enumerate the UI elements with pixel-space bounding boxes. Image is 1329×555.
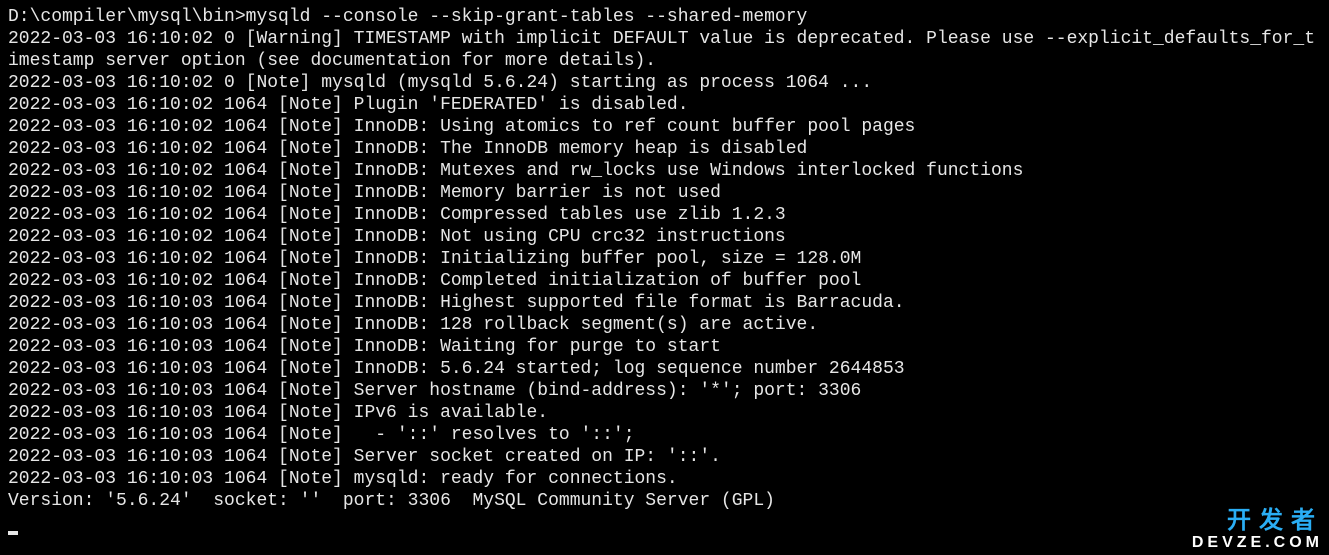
log-line: Version: '5.6.24' socket: '' port: 3306 … xyxy=(8,491,775,511)
terminal-cursor xyxy=(8,531,18,535)
log-line: 2022-03-03 16:10:02 1064 [Note] InnoDB: … xyxy=(8,205,786,225)
log-line: 2022-03-03 16:10:03 1064 [Note] IPv6 is … xyxy=(8,403,548,423)
log-line: 2022-03-03 16:10:03 1064 [Note] InnoDB: … xyxy=(8,315,818,335)
log-line: 2022-03-03 16:10:03 1064 [Note] Server s… xyxy=(8,447,721,467)
log-line: 2022-03-03 16:10:03 1064 [Note] Server h… xyxy=(8,381,861,401)
log-line: 2022-03-03 16:10:02 1064 [Note] Plugin '… xyxy=(8,95,689,115)
log-line: 2022-03-03 16:10:02 1064 [Note] InnoDB: … xyxy=(8,117,915,137)
log-line: 2022-03-03 16:10:03 1064 [Note] - '::' r… xyxy=(8,425,635,445)
watermark-top: 开发者 xyxy=(1192,509,1323,533)
command-prompt: D:\compiler\mysql\bin> xyxy=(8,7,246,27)
terminal-output[interactable]: D:\compiler\mysql\bin>mysqld --console -… xyxy=(8,6,1321,535)
log-line: 2022-03-03 16:10:02 1064 [Note] InnoDB: … xyxy=(8,139,807,159)
log-line: 2022-03-03 16:10:02 1064 [Note] InnoDB: … xyxy=(8,249,861,269)
log-line: 2022-03-03 16:10:03 1064 [Note] InnoDB: … xyxy=(8,359,905,379)
log-line: 2022-03-03 16:10:02 0 [Note] mysqld (mys… xyxy=(8,73,872,93)
command-text: mysqld --console --skip-grant-tables --s… xyxy=(246,7,808,27)
log-line: 2022-03-03 16:10:03 1064 [Note] InnoDB: … xyxy=(8,293,905,313)
page-watermark: 开发者 DEVZE.COM xyxy=(1192,509,1323,551)
watermark-bottom: DEVZE.COM xyxy=(1192,535,1323,551)
log-line: 2022-03-03 16:10:02 1064 [Note] InnoDB: … xyxy=(8,161,1023,181)
log-line: 2022-03-03 16:10:02 1064 [Note] InnoDB: … xyxy=(8,183,721,203)
log-line: 2022-03-03 16:10:03 1064 [Note] InnoDB: … xyxy=(8,337,721,357)
log-line: 2022-03-03 16:10:03 1064 [Note] mysqld: … xyxy=(8,469,678,489)
log-line: 2022-03-03 16:10:02 1064 [Note] InnoDB: … xyxy=(8,227,786,247)
log-line: 2022-03-03 16:10:02 0 [Warning] TIMESTAM… xyxy=(8,29,1315,71)
log-line: 2022-03-03 16:10:02 1064 [Note] InnoDB: … xyxy=(8,271,861,291)
